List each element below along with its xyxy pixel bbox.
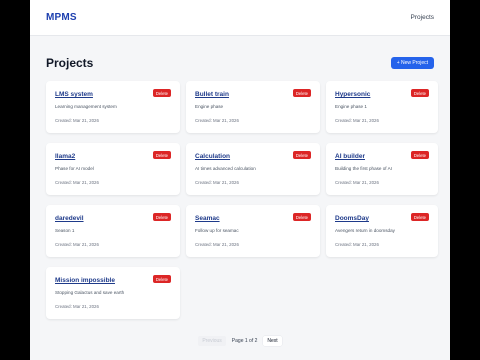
project-description: Avengers return in doomsday xyxy=(335,228,395,233)
page-title: Projects xyxy=(46,56,94,70)
project-description: Stopping Galactus and save earth xyxy=(55,290,125,295)
project-card: daredevil Season 1 Created: Mar 21, 2026… xyxy=(46,205,180,257)
delete-button[interactable]: Delete xyxy=(152,151,171,159)
project-card: Mission impossible Stopping Galactus and… xyxy=(46,267,180,319)
project-created-date: Created: Mar 21, 2026 xyxy=(55,304,99,309)
delete-button[interactable]: Delete xyxy=(292,151,311,159)
project-description: Engine phase xyxy=(195,104,224,109)
project-created-date: Created: Mar 21, 2026 xyxy=(335,180,379,185)
page-indicator: Page 1 of 2 xyxy=(231,338,258,344)
project-created-date: Created: Mar 21, 2026 xyxy=(195,118,239,123)
project-card: DoomsDay Avengers return in doomsday Cre… xyxy=(326,205,438,257)
project-card: llama2 Phase for AI model Created: Mar 2… xyxy=(46,143,180,195)
project-grid: LMS system Learning management system Cr… xyxy=(46,81,438,319)
project-description: Engine phase 1 xyxy=(335,104,367,109)
delete-button[interactable]: Delete xyxy=(152,275,171,283)
app-viewport: MPMS Projects Projects + New Project LMS… xyxy=(30,0,450,360)
project-created-date: Created: Mar 21, 2026 xyxy=(335,242,379,247)
project-description: Phase for AI model xyxy=(55,166,94,171)
project-description: Building the first phase of AI xyxy=(335,166,392,171)
project-card: Calculation AI times advanced calculatio… xyxy=(186,143,320,195)
next-page-button[interactable]: Next xyxy=(263,336,282,346)
new-project-button[interactable]: + New Project xyxy=(390,57,434,69)
project-created-date: Created: Mar 21, 2026 xyxy=(55,180,99,185)
previous-page-button[interactable]: Previous xyxy=(198,336,226,346)
project-description: AI times advanced calculation xyxy=(195,166,256,171)
page-header: Projects + New Project xyxy=(46,56,434,70)
delete-button[interactable]: Delete xyxy=(410,213,429,221)
nav-link-projects[interactable]: Projects xyxy=(411,14,434,21)
project-card: AI builder Building the first phase of A… xyxy=(326,143,438,195)
delete-button[interactable]: Delete xyxy=(292,213,311,221)
delete-button[interactable]: Delete xyxy=(292,89,311,97)
delete-button[interactable]: Delete xyxy=(152,213,171,221)
brand-logo[interactable]: MPMS xyxy=(46,12,77,23)
project-created-date: Created: Mar 21, 2026 xyxy=(335,118,379,123)
project-created-date: Created: Mar 21, 2026 xyxy=(55,118,99,123)
project-card: Seamac Follow up for seamac Created: Mar… xyxy=(186,205,320,257)
delete-button[interactable]: Delete xyxy=(152,89,171,97)
delete-button[interactable]: Delete xyxy=(410,151,429,159)
project-card: LMS system Learning management system Cr… xyxy=(46,81,180,133)
project-created-date: Created: Mar 21, 2026 xyxy=(195,180,239,185)
project-description: Learning management system xyxy=(55,104,117,109)
top-navbar: MPMS Projects xyxy=(30,0,450,36)
project-card: Bullet train Engine phase Created: Mar 2… xyxy=(186,81,320,133)
pagination: Previous Page 1 of 2 Next xyxy=(30,336,450,346)
project-card: Hypersonic Engine phase 1 Created: Mar 2… xyxy=(326,81,438,133)
project-description: Season 1 xyxy=(55,228,75,233)
project-description: Follow up for seamac xyxy=(195,228,239,233)
project-created-date: Created: Mar 21, 2026 xyxy=(55,242,99,247)
delete-button[interactable]: Delete xyxy=(410,89,429,97)
project-created-date: Created: Mar 21, 2026 xyxy=(195,242,239,247)
